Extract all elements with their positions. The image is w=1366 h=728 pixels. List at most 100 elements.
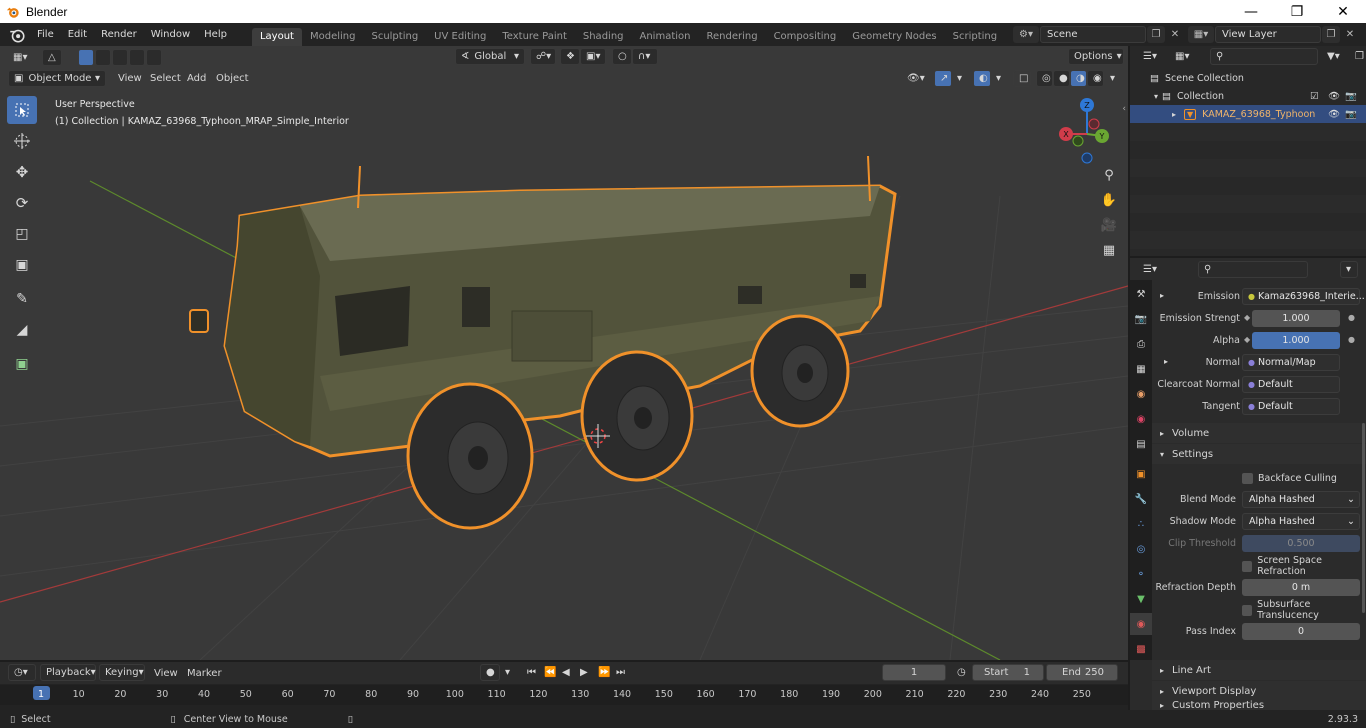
tab-sculpting[interactable]: Sculpting xyxy=(363,28,426,46)
object-properties-tab[interactable]: ▣ xyxy=(1130,463,1152,485)
blender-menu-icon[interactable] xyxy=(6,26,28,44)
snap-toggle-icon[interactable]: ❖ xyxy=(560,48,580,65)
pan-button[interactable]: ✋ xyxy=(1098,189,1120,211)
proportional-edit-icon[interactable]: ○ xyxy=(612,48,632,65)
menu-file[interactable]: File xyxy=(30,25,61,45)
viewport-menu-select[interactable]: Select xyxy=(150,70,181,87)
record-keyframe-button[interactable]: ● xyxy=(480,664,500,681)
emission-field[interactable]: ● Kamaz63968_Interie... xyxy=(1242,288,1365,305)
shading-rendered-icon[interactable]: ◉ xyxy=(1087,70,1104,87)
include-checkbox-icon[interactable]: ☑ xyxy=(1310,91,1319,102)
viewport-menu-view[interactable]: View xyxy=(118,70,142,87)
add-cube-tool[interactable]: ▣ xyxy=(7,350,37,378)
tab-compositing[interactable]: Compositing xyxy=(766,28,845,46)
clearcoat-normal-field[interactable]: ● Default xyxy=(1242,376,1340,393)
select-mode-invert-icon[interactable] xyxy=(129,49,145,66)
tab-geometry-nodes[interactable]: Geometry Nodes xyxy=(844,28,944,46)
mode-dropdown[interactable]: ▣ Object Mode ▾ xyxy=(8,70,106,87)
display-mode-dropdown[interactable]: ▦▾ xyxy=(1170,48,1198,65)
tool-properties-tab[interactable]: ⚒ xyxy=(1130,283,1152,305)
keyframe-dot-icon[interactable]: ● xyxy=(1348,335,1355,344)
play-reverse-button[interactable]: ◀ xyxy=(557,664,574,681)
editor-type-button[interactable]: ▦▾ xyxy=(8,49,36,66)
annotate-tool[interactable]: ✎ xyxy=(7,285,37,313)
tangent-field[interactable]: ● Default xyxy=(1242,398,1340,415)
3d-viewport[interactable]: ▦▾ △ ∢ Global ▾ ☍▾ ❖ ▣▾ ○ ∩▾ Options ▾ ▣… xyxy=(0,46,1128,660)
world-properties-tab[interactable]: ◉ xyxy=(1130,408,1152,430)
render-camera-icon[interactable]: 📷 xyxy=(1345,109,1357,120)
outliner-search-input[interactable]: ⚲ xyxy=(1210,48,1318,65)
viewport-menu-add[interactable]: Add xyxy=(187,70,206,87)
delete-scene-icon[interactable]: ✕ xyxy=(1166,26,1184,43)
tab-animation[interactable]: Animation xyxy=(632,28,699,46)
sidebar-toggle-icon[interactable]: ‹ xyxy=(1122,104,1126,114)
output-properties-tab[interactable]: ⎙ xyxy=(1130,333,1152,355)
keyframe-dot-icon[interactable]: ● xyxy=(1348,313,1355,322)
options-dropdown[interactable]: Options ▾ xyxy=(1068,48,1124,65)
select-mode-subtract-icon[interactable] xyxy=(112,49,128,66)
constraint-properties-tab[interactable]: ⚬ xyxy=(1130,563,1152,585)
texture-properties-tab[interactable]: ▩ xyxy=(1130,638,1152,660)
snap-target-dropdown[interactable]: ▣▾ xyxy=(580,48,606,65)
timeline-ruler[interactable]: 1 10 20 30 40 50 60 70 80 90 100 110 120 130 140 150 160… xyxy=(0,685,1128,705)
new-scene-icon[interactable]: ❐ xyxy=(1147,26,1165,43)
current-frame-field[interactable]: 1 xyxy=(882,664,946,681)
select-mode-extend-icon[interactable] xyxy=(95,49,111,66)
overlay-dropdown[interactable]: ▾ xyxy=(991,70,1005,87)
screen-space-refraction-checkbox[interactable]: Screen Space Refraction xyxy=(1242,555,1366,577)
transform-tool[interactable]: ▣ xyxy=(7,251,37,279)
shading-material-icon[interactable]: ◑ xyxy=(1070,70,1087,87)
viewport-menu-object[interactable]: Object xyxy=(216,70,249,87)
section-volume[interactable]: ▸ Volume xyxy=(1152,423,1366,443)
socket-diamond-icon[interactable]: ◆ xyxy=(1244,335,1250,344)
menu-edit[interactable]: Edit xyxy=(61,25,94,45)
select-box-tool-icon[interactable]: △ xyxy=(42,49,62,66)
scrollbar[interactable] xyxy=(1362,423,1365,613)
properties-options-dropdown[interactable]: ▾ xyxy=(1340,261,1358,278)
collection-properties-tab[interactable]: ▤ xyxy=(1130,433,1152,455)
view-layer-field[interactable]: View Layer xyxy=(1215,26,1321,43)
tab-modeling[interactable]: Modeling xyxy=(302,28,364,46)
proportional-falloff-icon[interactable]: ∩▾ xyxy=(632,48,658,65)
preview-range-icon[interactable]: ◷ xyxy=(952,664,970,681)
properties-editor-type-button[interactable]: ☰▾ xyxy=(1138,261,1166,278)
expand-triangle-icon[interactable]: ▾ xyxy=(1154,92,1158,101)
outliner-row-scene-collection[interactable]: ▤ Scene Collection xyxy=(1130,69,1366,87)
outliner-row-collection[interactable]: ▾ ▤ Collection ☑ 👁 📷 xyxy=(1130,87,1366,105)
outliner-editor-type-button[interactable]: ☰▾ xyxy=(1138,48,1166,65)
shading-wireframe-icon[interactable]: ◎ xyxy=(1036,70,1053,87)
scene-properties-tab[interactable]: ◉ xyxy=(1130,383,1152,405)
physics-properties-tab[interactable]: ◎ xyxy=(1130,538,1152,560)
section-custom-properties[interactable]: ▸ Custom Properties xyxy=(1152,700,1366,711)
expand-triangle-icon[interactable]: ▸ xyxy=(1164,357,1168,366)
play-button[interactable]: ▶ xyxy=(575,664,592,681)
backface-culling-checkbox[interactable]: Backface Culling xyxy=(1242,469,1337,487)
scene-selector-icon[interactable]: ⚙▾ xyxy=(1013,26,1039,43)
render-properties-tab[interactable]: 📷 xyxy=(1130,308,1152,330)
jump-prev-keyframe-button[interactable]: ⏪ xyxy=(539,664,556,681)
eye-icon[interactable]: 👁 xyxy=(1328,91,1340,102)
select-mode-intersect-icon[interactable] xyxy=(146,49,162,66)
toggle-perspective-button[interactable]: ▦ xyxy=(1098,239,1120,261)
tab-rendering[interactable]: Rendering xyxy=(698,28,765,46)
auto-key-dropdown[interactable]: ▾ xyxy=(500,664,514,681)
render-camera-icon[interactable]: 📷 xyxy=(1345,91,1357,102)
new-collection-icon[interactable]: ❐ xyxy=(1350,48,1366,65)
keying-menu[interactable]: Keying ▾ xyxy=(99,664,145,681)
pass-index-field[interactable]: 0 xyxy=(1242,623,1360,640)
section-viewport-display[interactable]: ▸ Viewport Display xyxy=(1152,681,1366,701)
measure-tool[interactable]: ◢ xyxy=(7,316,37,344)
expand-triangle-icon[interactable]: ▸ xyxy=(1160,291,1164,300)
view-layer-selector-icon[interactable]: ▦▾ xyxy=(1188,26,1214,43)
shading-solid-icon[interactable]: ● xyxy=(1053,70,1070,87)
alpha-field[interactable]: 1.000 xyxy=(1252,332,1340,349)
navigation-gizmo[interactable]: Z Y X xyxy=(1052,96,1122,166)
camera-view-button[interactable]: 🎥 xyxy=(1098,214,1120,236)
jump-next-keyframe-button[interactable]: ⏩ xyxy=(593,664,610,681)
gizmo-toggle-icon[interactable]: ↗ xyxy=(934,70,952,87)
shadow-mode-dropdown[interactable]: Alpha Hashed ⌄ xyxy=(1242,513,1360,530)
normal-field[interactable]: ● Normal/Map xyxy=(1242,354,1340,371)
particle-properties-tab[interactable]: ∴ xyxy=(1130,513,1152,535)
eye-icon[interactable]: 👁 xyxy=(1328,109,1340,120)
expand-triangle-icon[interactable]: ▸ xyxy=(1172,110,1176,119)
